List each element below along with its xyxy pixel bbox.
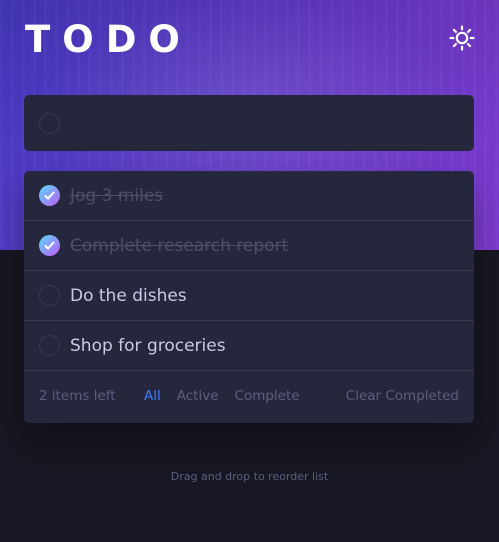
filter-all[interactable]: All [144,388,161,404]
todo-text: Shop for groceries [70,335,226,356]
filter-complete[interactable]: Complete [235,388,300,404]
clear-completed-button[interactable]: Clear Completed [346,388,459,404]
filter-group: All Active Complete [144,388,300,404]
todo-item[interactable]: Do the dishes [24,271,474,321]
new-todo-circle[interactable] [39,112,60,134]
todo-text: Complete research report [70,235,289,256]
todo-list: Jog 3 miles Complete research report Do th… [24,171,474,423]
todo-text: Do the dishes [70,285,187,306]
todo-checkbox[interactable] [39,235,60,256]
todo-checkbox[interactable] [39,335,60,356]
todo-checkbox[interactable] [39,285,60,306]
reorder-hint: Drag and drop to reorder list [170,470,329,483]
sun-icon [449,25,475,51]
new-todo-input[interactable] [76,113,456,133]
todo-item[interactable]: Jog 3 miles [24,171,474,221]
theme-toggle-button[interactable] [449,25,475,51]
check-icon [44,241,55,250]
items-left-count: 2 items left [39,388,116,404]
new-todo-bar [24,95,474,151]
app-title: TODO [25,18,192,61]
check-icon [44,191,55,200]
list-footer: 2 items left All Active Complete Clear Com… [24,371,474,421]
todo-item[interactable]: Shop for groceries [24,321,474,371]
todo-text: Jog 3 miles [70,185,164,206]
filter-active[interactable]: Active [177,388,219,404]
todo-item[interactable]: Complete research report [24,221,474,271]
todo-checkbox[interactable] [39,185,60,206]
